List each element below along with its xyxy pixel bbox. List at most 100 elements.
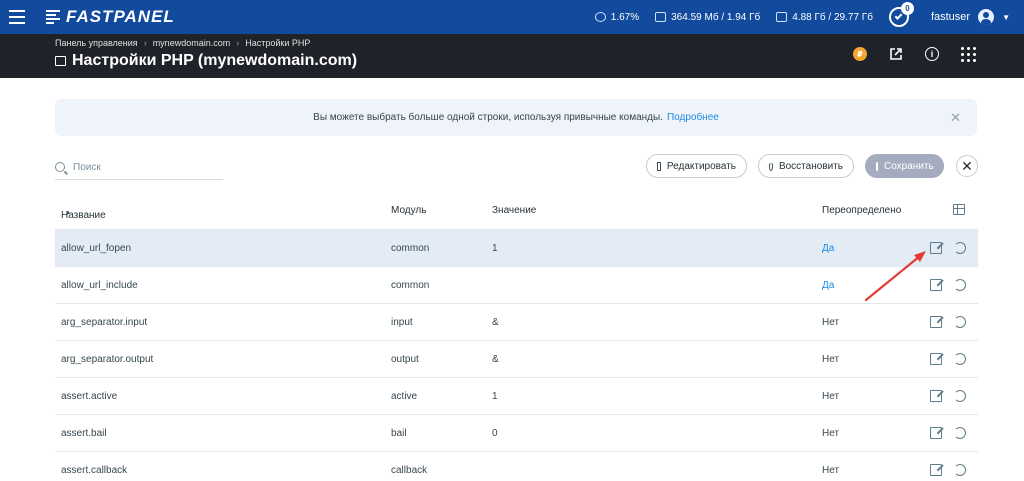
edit-button[interactable]: Редактировать [646,154,747,178]
row-edit-icon[interactable] [930,316,942,328]
disk-value: 4.88 Гб / 29.77 Гб [792,11,873,23]
user-menu[interactable]: fastuser ▼ [931,9,1010,25]
row-edit-icon[interactable] [930,390,942,402]
table-row[interactable]: arg_separator.output output & Нет [55,340,978,377]
cell-module: common [391,243,430,254]
search-icon [55,162,65,172]
tasks-button[interactable]: 0 [888,2,914,27]
cell-overridden: Нет [822,391,840,402]
column-settings-icon[interactable] [953,204,965,215]
restore-button[interactable]: Восстановить [758,154,854,178]
avatar-icon [978,9,995,25]
banner-text: Вы можете выбрать больше одной строки, и… [313,112,663,123]
row-restore-icon[interactable] [954,316,966,328]
row-edit-icon[interactable] [930,464,942,476]
cell-value: & [492,354,499,365]
open-external-button[interactable] [888,46,904,62]
chevron-down-icon: ▼ [1002,12,1010,22]
page-title-text: Настройки PHP (mynewdomain.com) [72,52,358,69]
save-button-label: Сохранить [884,160,934,172]
cell-module: callback [391,465,428,476]
cell-module: bail [391,428,407,439]
breadcrumb-domain[interactable]: mynewdomain.com [153,38,231,48]
column-value[interactable]: Значение [492,205,536,216]
page-title: Настройки PHP (mynewdomain.com) [55,52,357,70]
brand-logo[interactable]: FASTPANEL [46,7,175,27]
cell-overridden: Да [822,243,835,254]
server-stats: 1.67% 364.59 Мб / 1.94 Гб 4.88 Гб / 29.7… [594,11,889,23]
row-restore-icon[interactable] [954,427,966,439]
header-actions: ₽ i [852,46,976,62]
cell-overridden: Нет [822,465,840,476]
search-box [55,155,223,180]
info-button[interactable]: i [924,46,940,62]
breadcrumb-chevron-icon: › [236,38,240,48]
settings-table: allow_url_fopen common 1 Да allow_url_in… [55,229,978,481]
cell-value: 0 [492,428,498,439]
memory-icon [655,12,667,22]
info-icon: i [925,47,939,61]
row-edit-icon[interactable] [930,427,942,439]
cell-name: allow_url_include [61,280,138,291]
table-header: Название ▲ Модуль Значение Переопределено [55,200,978,222]
cell-overridden: Да [822,280,835,291]
apps-grid-icon [960,46,976,62]
row-restore-icon[interactable] [954,390,966,402]
table-row[interactable]: allow_url_fopen common 1 Да [55,229,978,266]
cell-overridden: Нет [822,428,840,439]
disk-icon [776,12,788,22]
row-restore-icon[interactable] [954,464,966,476]
close-edit-button[interactable]: ✕ [956,155,978,177]
breadcrumb-current: Настройки PHP [245,38,311,48]
table-row[interactable]: assert.active active 1 Нет [55,377,978,414]
brand-name: FASTPANEL [66,7,175,26]
memory-stat: 364.59 Мб / 1.94 Гб [655,12,760,23]
cell-value: 1 [492,243,498,254]
apps-button[interactable] [960,46,976,62]
memory-value: 364.59 Мб / 1.94 Гб [671,11,761,23]
table-row[interactable]: assert.callback callback Нет [55,451,978,481]
menu-icon[interactable] [0,0,34,34]
disk-stat: 4.88 Гб / 29.77 Гб [776,12,873,23]
row-restore-icon[interactable] [954,353,966,365]
cpu-stat: 1.67% [594,11,640,23]
edit-icon [657,161,661,171]
row-restore-icon[interactable] [954,242,966,254]
cell-name: assert.bail [61,428,107,439]
cell-name: allow_url_fopen [61,243,132,254]
cell-value: & [492,317,499,328]
table-row[interactable]: arg_separator.input input & Нет [55,303,978,340]
info-banner: Вы можете выбрать больше одной строки, и… [55,99,977,136]
cpu-value: 1.67% [610,11,640,23]
image-icon [55,56,66,66]
breadcrumb-chevron-icon: › [143,38,147,48]
cell-module: output [391,354,419,365]
table-row[interactable]: assert.bail bail 0 Нет [55,414,978,451]
banner-more-link[interactable]: Подробнее [667,112,719,123]
cell-module: input [391,317,413,328]
external-link-icon [890,48,902,60]
row-restore-icon[interactable] [954,279,966,291]
column-module[interactable]: Модуль [391,205,426,216]
row-edit-icon[interactable] [930,353,942,365]
table-row[interactable]: allow_url_include common Да [55,266,978,303]
column-overridden[interactable]: Переопределено [822,205,901,216]
row-edit-icon[interactable] [930,242,942,254]
restore-button-label: Восстановить [778,160,843,172]
cell-name: assert.callback [61,465,128,476]
edit-button-label: Редактировать [666,160,736,172]
page-header: Панель управления › mynewdomain.com › На… [0,34,1024,78]
search-input[interactable] [73,161,213,173]
save-button[interactable]: Сохранить [865,154,944,178]
row-edit-icon[interactable] [930,279,942,291]
coin-icon: ₽ [853,47,867,61]
cell-value: 1 [492,391,498,402]
cell-module: active [391,391,418,402]
tasks-count-badge: 0 [900,2,914,15]
check-icon [895,12,903,20]
coin-button[interactable]: ₽ [852,46,868,62]
restore-icon [769,161,773,171]
breadcrumb-dashboard[interactable]: Панель управления [55,38,138,48]
close-icon[interactable]: ✕ [950,110,961,126]
username: fastuser [930,11,971,23]
